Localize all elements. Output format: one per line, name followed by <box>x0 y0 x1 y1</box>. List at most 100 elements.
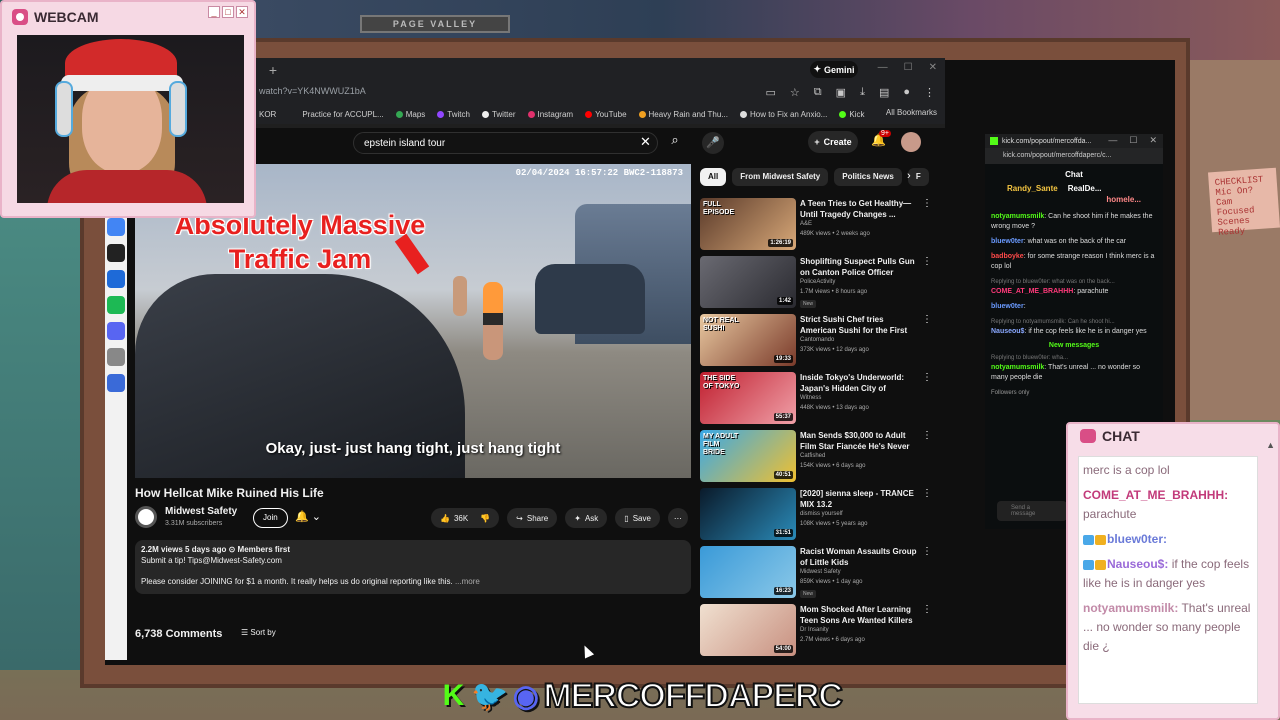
related-video-title[interactable]: Strict Sushi Chef tries American Sushi f… <box>800 314 918 336</box>
scroll-up-icon[interactable]: ▲ <box>1266 440 1275 450</box>
video-thumbnail[interactable]: MY ADULT FILM BRIDE 40:51 <box>700 430 796 482</box>
cast-icon[interactable]: ▭ <box>766 86 776 99</box>
download-icon[interactable]: ⤓ <box>860 86 865 99</box>
related-video-item[interactable]: NOT REAL SUSHI 19:33 Strict Sushi Chef tri… <box>700 312 935 370</box>
gemini-button[interactable]: ✦ Gemini <box>810 61 858 78</box>
channel-name[interactable]: Midwest Safety <box>165 506 237 517</box>
related-video-item[interactable]: 16:23 Racist Woman Assaults Group of Litt… <box>700 544 935 602</box>
profile-icon[interactable]: ● <box>903 86 910 99</box>
more-button[interactable]: ⋯ <box>667 508 688 528</box>
kick-username[interactable]: bluew0ter <box>991 238 1024 245</box>
kick-username[interactable]: badboyke <box>991 253 1024 260</box>
chat-username[interactable]: Nauseou$: <box>1107 557 1168 571</box>
url-text[interactable]: watch?v=YK4NWWUZ1bA <box>259 86 366 96</box>
related-video-item[interactable]: MY ADULT FILM BRIDE 40:51 Man Sends $30,00… <box>700 428 935 486</box>
more-options-icon[interactable]: ⋮ <box>922 198 932 209</box>
search-icon[interactable]: ⌕ <box>660 132 690 154</box>
bookmark-item[interactable]: Twitter <box>481 110 516 119</box>
more-options-icon[interactable]: ⋮ <box>922 256 932 267</box>
related-video-channel[interactable]: A&E <box>800 221 812 227</box>
bookmark-item[interactable]: YouTube <box>585 110 627 119</box>
bookmark-item[interactable]: Instagram <box>527 110 573 119</box>
more-options-icon[interactable]: ⋮ <box>922 546 932 557</box>
maximize-icon[interactable]: ☐ <box>1129 135 1137 146</box>
extension-icon[interactable]: ⧉ <box>814 86 822 99</box>
related-video-channel[interactable]: PoliceActivity <box>800 279 835 285</box>
video-thumbnail[interactable]: THE SIDE OF TOKYO 55:37 <box>700 372 796 424</box>
video-thumbnail[interactable]: 54:00 <box>700 604 796 656</box>
related-video-item[interactable]: 31:51 [2020] sienna sleep - TRANCE MIX 13… <box>700 486 935 544</box>
discord-icon[interactable] <box>107 322 125 340</box>
bookmark-item[interactable]: Kick <box>839 110 864 119</box>
filter-chip[interactable]: From Midwest Safety <box>732 168 829 186</box>
subscribe-bell-icon[interactable]: 🔔 ⌄ <box>295 510 321 523</box>
related-video-title[interactable]: Racist Woman Assaults Group of Little Ki… <box>800 546 918 568</box>
more-options-icon[interactable]: ⋮ <box>922 430 932 441</box>
more-options-icon[interactable]: ⋮ <box>922 314 932 325</box>
related-video-channel[interactable]: dismiss yourself <box>800 511 843 517</box>
bookmark-item[interactable]: Heavy Rain and Thu... <box>638 110 728 119</box>
filter-chip[interactable]: Politics News <box>834 168 902 186</box>
related-video-title[interactable]: A Teen Tries to Get Healthy—Until Traged… <box>800 198 918 220</box>
related-video-channel[interactable]: Witness <box>800 395 821 401</box>
filter-chip[interactable]: All <box>700 168 727 186</box>
related-video-title[interactable]: Man Sends $30,000 to Adult Film Star Fia… <box>800 430 918 452</box>
folder-icon[interactable] <box>107 348 125 366</box>
steam-icon[interactable] <box>107 270 125 288</box>
split-icon[interactable]: ▤ <box>879 86 889 99</box>
sort-button[interactable]: ☰ Sort by <box>241 628 276 637</box>
bookmark-item[interactable]: Maps <box>395 110 425 119</box>
minimize-icon[interactable]: — <box>878 62 888 73</box>
bookmark-item[interactable]: Practice for ACCUPL... <box>302 110 383 119</box>
video-thumbnail[interactable]: 16:23 <box>700 546 796 598</box>
chat-username[interactable]: notyamumsmilk: <box>1083 601 1178 615</box>
more-options-icon[interactable]: ⋮ <box>922 372 932 383</box>
ask-button[interactable]: ✦ Ask <box>565 508 608 528</box>
more-link[interactable]: ...more <box>455 577 480 586</box>
search-input[interactable]: epstein island tour <box>353 132 658 154</box>
related-video-item[interactable]: 1:42 Shoplifting Suspect Pulls Gun on Can… <box>700 254 935 312</box>
close-icon[interactable]: ✕ <box>929 62 937 73</box>
related-video-title[interactable]: Mom Shocked After Learning Teen Sons Are… <box>800 604 918 626</box>
bookmark-item[interactable]: KOR <box>259 110 276 119</box>
kick-username[interactable]: notyamumsmilk <box>991 213 1044 220</box>
kick-username[interactable]: COME_AT_ME_BRAHHH <box>991 288 1073 295</box>
sidebar-icon[interactable]: ▣ <box>836 86 846 99</box>
new-tab-button[interactable]: + <box>265 63 281 79</box>
related-video-channel[interactable]: Midwest Safety <box>800 569 841 575</box>
description-box[interactable]: 2.2M views 5 days ago ⊙ Members first Su… <box>135 540 691 594</box>
spotify-icon[interactable] <box>107 296 125 314</box>
kick-username[interactable]: Nauseou$ <box>991 328 1024 335</box>
join-button[interactable]: Join <box>253 508 288 528</box>
more-options-icon[interactable]: ⋮ <box>922 604 932 615</box>
chat-username[interactable]: bluew0ter: <box>1107 532 1167 546</box>
new-messages-divider[interactable]: New messages <box>991 342 1157 349</box>
chevron-right-icon[interactable]: › <box>907 170 911 182</box>
related-video-title[interactable]: Shoplifting Suspect Pulls Gun on Canton … <box>800 256 918 278</box>
related-video-title[interactable]: Inside Tokyo's Underworld: Japan's Hidde… <box>800 372 918 394</box>
leader-name[interactable]: RealDe... <box>1068 184 1102 193</box>
video-thumbnail[interactable]: 31:51 <box>700 488 796 540</box>
leader-name[interactable]: homele... <box>1106 195 1141 204</box>
clear-search-icon[interactable]: ✕ <box>640 134 651 150</box>
more-options-icon[interactable]: ⋮ <box>922 488 932 499</box>
star-icon[interactable]: ☆ <box>790 86 800 99</box>
bookmark-item[interactable]: Twitch <box>437 110 470 119</box>
all-bookmarks[interactable]: All Bookmarks <box>886 108 937 117</box>
related-video-item[interactable]: THE SIDE OF TOKYO 55:37 Inside Tokyo's Und… <box>700 370 935 428</box>
related-video-item[interactable]: 54:00 Mom Shocked After Learning Teen Son… <box>700 602 935 660</box>
related-video-channel[interactable]: Dr Insanity <box>800 627 829 633</box>
related-video-title[interactable]: [2020] sienna sleep - TRANCE MIX 13.2 <box>800 488 918 510</box>
bookmark-item[interactable]: How to Fix an Anxio... <box>739 110 827 119</box>
related-video-channel[interactable]: Cantomando <box>800 337 834 343</box>
kick-username[interactable]: bluew0ter <box>991 303 1024 310</box>
video-thumbnail[interactable]: FULL EPISODE 1:26:19 <box>700 198 796 250</box>
maximize-icon[interactable]: ☐ <box>904 62 913 73</box>
mic-icon[interactable]: 🎤 <box>702 132 724 154</box>
video-thumbnail[interactable]: NOT REAL SUSHI 19:33 <box>700 314 796 366</box>
save-button[interactable]: ▯ Save <box>615 508 660 528</box>
kick-url-bar[interactable]: kick.com/popout/mercoffdaperc/c... <box>985 148 1163 164</box>
close-icon[interactable]: ✕ <box>1149 135 1157 146</box>
video-thumbnail[interactable]: 1:42 <box>700 256 796 308</box>
kick-username[interactable]: notyamumsmilk <box>991 364 1044 371</box>
